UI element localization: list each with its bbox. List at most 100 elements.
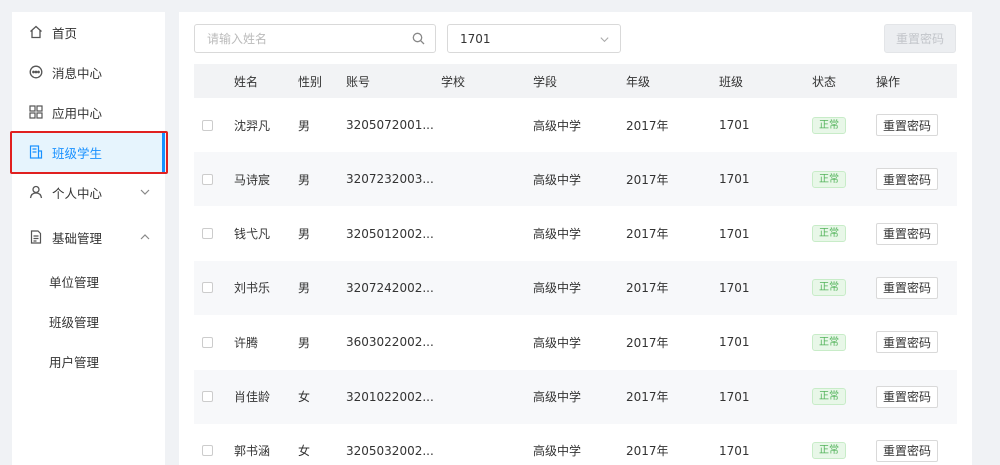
apps-icon [28,104,44,120]
cell-account: 3207242002... [346,280,434,295]
cell-gender: 男 [298,281,311,296]
cell-status: 正常 [812,261,846,315]
sidebar-subitem-unit-management[interactable]: 单位管理 [12,261,165,301]
cell-gender: 男 [298,118,311,133]
cell-grade: 2017年 [626,390,669,404]
sidebar-subitem-label: 用户管理 [49,354,100,370]
status-badge: 正常 [812,442,846,460]
row-checkbox[interactable] [202,445,213,457]
header-status: 状态 [812,74,837,89]
cell-stage: 高级中学 [533,227,582,242]
search-input[interactable] [195,25,395,52]
table-row: 许腾 男 3603022002... 高级中学 2017年 1701 正常 重置密码 [194,315,957,369]
sidebar-subitem-label: 单位管理 [49,274,100,290]
row-checkbox-cell [202,261,213,315]
status-badge: 正常 [812,225,846,243]
reset-password-button[interactable]: 重置密码 [876,114,939,136]
sidebar-item-basic-management[interactable]: 基础管理 [12,217,165,257]
sidebar-item-label: 基础管理 [52,230,103,246]
header-grade: 年级 [626,74,651,89]
batch-reset-password-button[interactable]: 重置密码 [884,24,956,53]
cell-status: 正常 [812,98,846,152]
cell-grade: 2017年 [626,444,669,459]
table-header: 姓名 性别 账号 学校 学段 年级 班级 状态 操作 [194,64,957,98]
status-badge: 正常 [812,388,846,405]
sidebar-item-messages[interactable]: 消息中心 [12,52,165,92]
cell-stage: 高级中学 [533,172,582,187]
row-checkbox[interactable] [202,336,213,348]
reset-password-button[interactable]: 重置密码 [876,222,939,245]
row-checkbox[interactable] [202,391,213,402]
sidebar-item-apps[interactable]: 应用中心 [12,92,165,132]
table-row: 马诗宸 男 3207232003... 高级中学 2017年 1701 正常 重置密码 [194,152,957,207]
header-gender: 性别 [298,74,323,89]
cell-grade: 2017年 [626,227,669,242]
chevron-up-icon [139,231,151,246]
cell-stage: 高级中学 [533,335,582,350]
cell-action: 重置密码 [876,152,939,206]
cell-class: 1701 [719,118,750,132]
row-checkbox[interactable] [202,228,213,240]
cell-action: 重置密码 [876,424,939,465]
status-badge: 正常 [812,333,846,351]
table-row: 沈羿凡 男 3205072001... 高级中学 2017年 1701 正常 重置密码 [194,98,957,152]
header-class: 班级 [719,74,744,89]
cell-gender: 男 [298,335,311,350]
header-account: 账号 [346,74,371,89]
cell-status: 正常 [812,370,846,424]
cell-account: 3205072001... [346,118,434,132]
user-icon [28,184,44,200]
row-checkbox-cell [202,315,213,369]
sidebar-subitem-class-management[interactable]: 班级管理 [12,301,165,341]
row-checkbox[interactable] [202,173,213,185]
reset-password-button[interactable]: 重置密码 [876,276,939,299]
cell-action: 重置密码 [876,98,939,152]
sidebar-item-home[interactable]: 首页 [12,12,165,52]
status-badge: 正常 [812,279,846,297]
search-icon[interactable] [412,32,425,48]
sidebar-item-label: 班级学生 [52,145,103,161]
cell-class: 1701 [719,172,750,187]
cell-action: 重置密码 [876,370,939,424]
reset-password-button[interactable]: 重置密码 [876,439,939,462]
row-checkbox[interactable] [202,119,213,131]
message-icon [28,64,44,80]
cell-gender: 女 [298,390,311,404]
cell-class: 1701 [719,389,750,404]
cell-account: 3207232003... [346,172,434,187]
reset-password-button[interactable]: 重置密码 [876,331,939,354]
cell-gender: 男 [298,172,311,187]
cell-action: 重置密码 [876,261,939,315]
cell-grade: 2017年 [626,172,669,187]
cell-class: 1701 [719,280,750,295]
header-name: 姓名 [234,74,259,89]
cell-action: 重置密码 [876,207,939,261]
cell-grade: 2017年 [626,118,669,133]
row-checkbox[interactable] [202,282,213,294]
row-checkbox-cell [202,98,213,152]
cell-gender: 女 [298,444,311,459]
row-checkbox-cell [202,207,213,261]
cell-account: 3205012002... [346,226,434,241]
cell-status: 正常 [812,152,846,206]
cell-gender: 男 [298,227,311,242]
class-select[interactable]: 1701 [447,24,621,53]
reset-password-button[interactable]: 重置密码 [876,168,939,191]
row-checkbox-cell [202,370,213,424]
cell-action: 重置密码 [876,315,939,369]
sidebar-item-class-students[interactable]: 班级学生 [12,132,165,172]
table-row: 钱弋凡 男 3205012002... 高级中学 2017年 1701 正常 重置密码 [194,207,957,261]
cell-name: 许腾 [234,335,259,350]
sidebar-subitem-user-management[interactable]: 用户管理 [12,341,165,381]
reset-password-button[interactable]: 重置密码 [876,385,939,408]
main-panel: 1701 重置密码 姓名 性别 账号 学校 学段 年级 班级 状态 操作 沈羿凡… [179,12,972,465]
cell-stage: 高级中学 [533,444,582,459]
status-badge: 正常 [812,170,846,188]
cell-account: 3201022002... [346,389,434,404]
cell-grade: 2017年 [626,335,669,350]
sidebar-item-personal-center[interactable]: 个人中心 [12,172,165,212]
sidebar-item-label: 个人中心 [52,185,103,201]
sidebar-item-label: 消息中心 [52,65,103,81]
cell-account: 3205032002... [346,443,434,458]
header-stage: 学段 [533,74,558,89]
